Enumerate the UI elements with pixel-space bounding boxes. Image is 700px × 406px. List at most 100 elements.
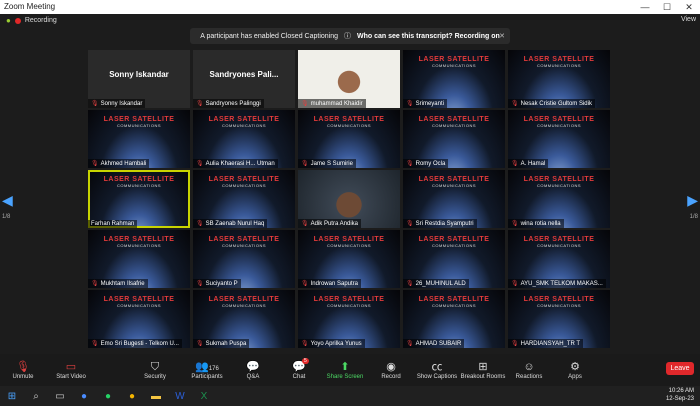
chrome-icon[interactable]: ● xyxy=(120,391,144,402)
shared-slide-title: LASER SATELLITE COMMUNICATIONS xyxy=(88,236,190,248)
windows-taskbar: ⊞ ⌕ ▭ ● ● ● ▬ W X xyxy=(0,386,700,406)
breakout-rooms-button[interactable]: ⊞ Breakout Rooms xyxy=(460,360,506,380)
shared-slide-title: LASER SATELLITE COMMUNICATIONS xyxy=(298,296,400,308)
participant-tile[interactable]: LASER SATELLITE COMMUNICATIONS 🎙 Srimeyanti xyxy=(403,50,505,108)
shared-slide-title: LASER SATELLITE COMMUNICATIONS xyxy=(193,176,295,188)
participant-name-label: 🎙 Adik Putra Andika xyxy=(298,219,361,228)
participant-tile[interactable]: LASER SATELLITE COMMUNICATIONS 🎙 Aulia Khae… xyxy=(193,110,295,168)
microphone-muted-icon: 🎙 xyxy=(406,341,414,347)
unmute-label: Unmute xyxy=(12,374,34,380)
participant-tile[interactable]: LASER SATELLITE COMMUNICATIONS Farhan Rahm… xyxy=(88,170,190,228)
participant-tile[interactable]: LASER SATELLITE COMMUNICATIONS 🎙 Sukmah Pus… xyxy=(193,290,295,348)
close-button[interactable]: ✕ xyxy=(678,0,700,14)
previous-page-arrow-icon[interactable]: ◀ xyxy=(2,192,13,209)
participants-button[interactable]: 👥176 Participants xyxy=(184,360,230,380)
shared-slide-title: LASER SATELLITE COMMUNICATIONS xyxy=(403,236,505,248)
system-tray-clock[interactable]: 10:26 AM 12-Sep-23 xyxy=(666,387,694,403)
shield-icon: ⛉ xyxy=(150,361,160,373)
apps-label: Apps xyxy=(568,374,582,380)
participants-label: Participants xyxy=(191,374,223,380)
shared-slide-title: LASER SATELLITE COMMUNICATIONS xyxy=(298,236,400,248)
shared-slide-subtitle: COMMUNICATIONS xyxy=(536,303,582,308)
participant-name-label: 🎙 wina rotia nella xyxy=(508,219,564,228)
shared-slide-subtitle: COMMUNICATIONS xyxy=(536,63,582,68)
next-page-arrow-icon[interactable]: ▶ xyxy=(687,192,698,209)
shared-slide-subtitle: COMMUNICATIONS xyxy=(326,303,372,308)
share-screen-button[interactable]: ⬆ Share Screen xyxy=(322,360,368,380)
chat-button[interactable]: 💬 5 Chat xyxy=(276,358,322,380)
leave-button[interactable]: Leave xyxy=(666,362,694,375)
zoom-app-icon[interactable]: ● xyxy=(72,391,96,402)
participant-name-label: 🎙 26_MUHINUL ALD xyxy=(403,279,469,288)
shared-slide-title: LASER SATELLITE COMMUNICATIONS xyxy=(403,296,505,308)
windows-start-icon[interactable]: ⊞ xyxy=(0,391,24,402)
show-captions-button[interactable]: ㏄ Show Captions xyxy=(414,360,460,380)
shared-slide-title: LASER SATELLITE COMMUNICATIONS xyxy=(193,296,295,308)
security-button[interactable]: ⛉ Security xyxy=(132,360,178,380)
video-off-icon: ▭ xyxy=(65,361,77,373)
participant-name-label: 🎙 Nesak Cristie Gultom Sidik xyxy=(508,99,595,108)
participant-name-label: 🎙 Suciyanto P xyxy=(193,279,241,288)
unmute-button[interactable]: 🎙 Unmute xyxy=(0,360,46,380)
participant-tile[interactable]: LASER SATELLITE COMMUNICATIONS 🎙 Nesak Cris… xyxy=(508,50,610,108)
participant-tile[interactable]: LASER SATELLITE COMMUNICATIONS 🎙 Yoyo April… xyxy=(298,290,400,348)
participant-tile[interactable]: LASER SATELLITE COMMUNICATIONS 🎙 26_MUHINUL… xyxy=(403,230,505,288)
recording-dot-icon xyxy=(14,17,21,24)
search-icon[interactable]: ⌕ xyxy=(24,391,48,402)
microphone-muted-icon: 🎙 xyxy=(91,281,99,287)
participant-tile[interactable]: LASER SATELLITE COMMUNICATIONS 🎙 Emo Sri Bu… xyxy=(88,290,190,348)
participant-tile[interactable]: LASER SATELLITE COMMUNICATIONS 🎙 HARDIANSYA… xyxy=(508,290,610,348)
meeting-info-icon[interactable]: ● xyxy=(6,16,11,25)
participant-tile[interactable]: LASER SATELLITE COMMUNICATIONS 🎙 Suciyanto … xyxy=(193,230,295,288)
apps-button[interactable]: ⚙ Apps xyxy=(552,360,598,380)
qa-button[interactable]: 💬 Q&A xyxy=(230,360,276,380)
breakout-rooms-icon: ⊞ xyxy=(478,361,488,373)
participant-tile[interactable]: LASER SATELLITE COMMUNICATIONS 🎙 Akhmed Ham… xyxy=(88,110,190,168)
participant-name-label: 🎙 Srimeyanti xyxy=(403,99,447,108)
shared-slide-title: LASER SATELLITE COMMUNICATIONS xyxy=(88,176,190,188)
participant-name-label: 🎙 Aulia Khaerasi H... Utman xyxy=(193,159,278,168)
participant-tile[interactable]: LASER SATELLITE COMMUNICATIONS 🎙 Jame S Sum… xyxy=(298,110,400,168)
chat-badge: 5 xyxy=(302,358,309,364)
shared-slide-subtitle: COMMUNICATIONS xyxy=(221,183,267,188)
record-button[interactable]: ◉ Record xyxy=(368,360,414,380)
recording-indicator[interactable]: ● Recording xyxy=(6,16,57,25)
participant-tile[interactable]: LASER SATELLITE COMMUNICATIONS 🎙 AYU_SMK TE… xyxy=(508,230,610,288)
shared-slide-subtitle: COMMUNICATIONS xyxy=(536,183,582,188)
participant-tile[interactable]: LASER SATELLITE COMMUNICATIONS 🎙 Romy Ocla xyxy=(403,110,505,168)
participant-tile[interactable]: LASER SATELLITE COMMUNICATIONS 🎙 Indrowan S… xyxy=(298,230,400,288)
participant-tile[interactable]: LASER SATELLITE COMMUNICATIONS 🎙 AHMAD SUBA… xyxy=(403,290,505,348)
shared-slide-title: LASER SATELLITE COMMUNICATIONS xyxy=(193,236,295,248)
file-explorer-icon[interactable]: ▬ xyxy=(144,391,168,402)
minimize-button[interactable]: — xyxy=(634,0,656,14)
share-screen-icon: ⬆ xyxy=(340,361,350,373)
participant-tile[interactable]: Sonny Iskandar 🎙 Sonny Iskandar xyxy=(88,50,190,108)
info-icon: ⓘ xyxy=(344,33,351,40)
record-label: Record xyxy=(381,374,401,380)
maximize-button[interactable]: ☐ xyxy=(656,0,678,14)
word-icon[interactable]: W xyxy=(168,391,192,402)
shared-slide-title: LASER SATELLITE COMMUNICATIONS xyxy=(508,116,610,128)
start-video-button[interactable]: ▭ Start Video xyxy=(48,360,94,380)
start-video-label: Start Video xyxy=(56,374,86,380)
view-button[interactable]: View xyxy=(681,16,696,23)
participant-tile[interactable]: LASER SATELLITE COMMUNICATIONS 🎙 Sri Restdi… xyxy=(403,170,505,228)
participant-tile[interactable]: 🎙 muhammad Khaidir xyxy=(298,50,400,108)
shared-slide-subtitle: COMMUNICATIONS xyxy=(431,303,477,308)
excel-icon[interactable]: X xyxy=(192,391,216,402)
participant-tile[interactable]: LASER SATELLITE COMMUNICATIONS 🎙 SB Zaenab … xyxy=(193,170,295,228)
caption-notification-banner: A participant has enabled Closed Caption… xyxy=(190,28,510,44)
participant-tile[interactable]: Sandryones Pali... 🎙 Sandryones Palinggi xyxy=(193,50,295,108)
banner-close-icon[interactable]: ✕ xyxy=(499,32,505,40)
task-view-icon[interactable]: ▭ xyxy=(48,391,72,402)
participant-name-label: 🎙 A. Hamal xyxy=(508,159,549,168)
participant-tile[interactable]: LASER SATELLITE COMMUNICATIONS 🎙 wina rotia… xyxy=(508,170,610,228)
participant-tile[interactable]: 🎙 Adik Putra Andika xyxy=(298,170,400,228)
captions-label: Show Captions xyxy=(416,374,458,380)
whatsapp-icon[interactable]: ● xyxy=(96,391,120,402)
banner-question-link[interactable]: Who can see this transcript? Recording o… xyxy=(357,33,500,40)
reactions-button[interactable]: ☺ Reactions xyxy=(506,360,552,380)
shared-slide-subtitle: COMMUNICATIONS xyxy=(431,243,477,248)
participant-tile[interactable]: LASER SATELLITE COMMUNICATIONS 🎙 A. Hamal xyxy=(508,110,610,168)
participant-tile[interactable]: LASER SATELLITE COMMUNICATIONS 🎙 Mukhtam Il… xyxy=(88,230,190,288)
